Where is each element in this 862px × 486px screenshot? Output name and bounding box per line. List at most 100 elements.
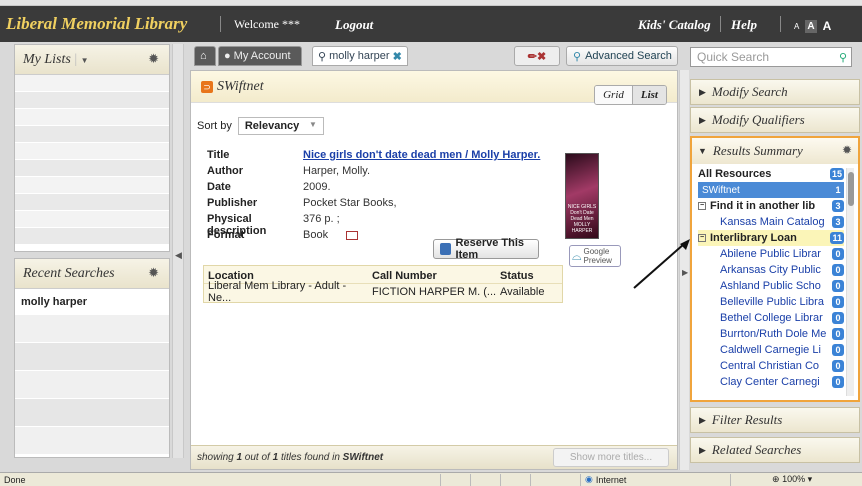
modify-search-toggle[interactable]: ▶ Modify Search — [690, 79, 860, 105]
summary-item[interactable]: Arkansas City Public 0 — [698, 262, 844, 278]
rss-icon[interactable]: ⊃ — [201, 81, 213, 93]
my-lists-header: My Lists | ▼ ✹ — [15, 45, 169, 75]
summary-item-label: All Resources — [698, 168, 772, 180]
field-label: Physical description — [207, 213, 267, 237]
view-toggle: Grid List — [594, 85, 667, 105]
results-count-text: showing 1 out of 1 titles found in SWift… — [197, 452, 384, 463]
annotation-arrow-icon — [633, 239, 690, 289]
logout-link[interactable]: Logout — [335, 17, 373, 33]
recent-searches-label: Recent Searches — [23, 266, 115, 281]
quick-search-input[interactable]: Quick Search ⚲ — [690, 47, 852, 67]
font-large-button[interactable]: A — [821, 18, 834, 34]
summary-item-label: Bethel College Librar — [720, 312, 823, 324]
home-icon: ⌂ — [200, 50, 207, 62]
home-tab[interactable]: ⌂ — [194, 46, 216, 66]
my-account-tab[interactable]: ● My Account — [218, 46, 302, 66]
summary-item[interactable]: Central Christian Co 0 — [698, 358, 844, 374]
help-link[interactable]: Help — [731, 17, 757, 33]
my-lists-label[interactable]: My Lists | ▼ — [23, 52, 89, 68]
gear-icon[interactable]: ✹ — [148, 51, 159, 67]
summary-item[interactable]: Ashland Public Scho 0 — [698, 278, 844, 294]
internet-zone: ◉ Internet — [585, 474, 627, 485]
book-cover[interactable]: NICE GIRLS Don't Date Dead Men MOLLY HAR… — [565, 153, 599, 239]
collapse-icon[interactable]: − — [698, 202, 706, 210]
list-view-button[interactable]: List — [631, 86, 666, 104]
font-small-button[interactable]: A — [792, 21, 801, 32]
summary-item[interactable]: All Resources 15 — [698, 166, 844, 182]
summary-item[interactable]: Bethel College Librar 0 — [698, 310, 844, 326]
gear-icon[interactable]: ✹ — [842, 143, 852, 157]
summary-item[interactable]: Belleville Public Libra 0 — [698, 294, 844, 310]
results-footer: showing 1 out of 1 titles found in SWift… — [191, 445, 677, 469]
clear-tabs-button[interactable]: ✏✖ — [514, 46, 560, 66]
count-badge: 3 — [832, 200, 844, 212]
summary-item[interactable]: SWiftnet 1 — [698, 182, 844, 198]
google-preview-button[interactable]: ⌓ Google Preview — [569, 245, 621, 267]
sort-row: Sort by Relevancy ▼ — [197, 117, 324, 135]
cover-text: NICE GIRLS Don't Date Dead Men MOLLY HAR… — [567, 204, 597, 234]
summary-item[interactable]: − Find it in another lib 3 — [698, 198, 844, 214]
summary-item-label: Arkansas City Public — [720, 264, 821, 276]
summary-item-label: Belleville Public Libra — [720, 296, 824, 308]
left-splitter[interactable]: ◀ — [172, 44, 184, 458]
eraser-icon: ✏✖ — [527, 50, 547, 63]
font-medium-button[interactable]: A — [805, 19, 817, 33]
book-open-icon: ⌓ — [572, 248, 582, 263]
summary-item-label: Central Christian Co — [720, 360, 820, 372]
summary-scrollbar[interactable] — [846, 168, 854, 396]
status-text: Done — [4, 475, 26, 485]
grid-view-button[interactable]: Grid — [595, 86, 632, 104]
globe-icon: ◉ — [585, 474, 593, 484]
field-label: Publisher — [207, 197, 258, 209]
left-panel: My Lists | ▼ ✹ Recent Searches ✹ molly h… — [14, 44, 170, 458]
summary-item[interactable]: Kansas Main Catalog 3 — [698, 214, 844, 230]
scrollbar-thumb[interactable] — [848, 172, 854, 206]
advanced-search-button[interactable]: ⚲ Advanced Search — [566, 46, 678, 66]
modify-qualifiers-toggle[interactable]: ▶ Modify Qualifiers — [690, 107, 860, 133]
chevron-down-icon: ▼ — [308, 120, 317, 129]
related-searches-toggle[interactable]: ▶ Related Searches — [690, 437, 860, 463]
collapse-icon[interactable]: − — [698, 234, 706, 242]
result-record: Title Nice girls don't date dead men / Mo… — [197, 149, 561, 245]
summary-item[interactable]: Caldwell Carnegie Li 0 — [698, 342, 844, 358]
triangle-right-icon: ▶ — [699, 414, 706, 425]
font-size-controls: A A A — [792, 18, 833, 34]
browser-status-bar: Done ◉ Internet ⊕ 100% ▾ — [0, 472, 862, 486]
holdings-table: Location Call Number Status Liberal Mem … — [203, 265, 563, 304]
summary-item[interactable]: Burrton/Ruth Dole Me 0 — [698, 326, 844, 342]
search-icon[interactable]: ⚲ — [839, 51, 847, 64]
filter-results-toggle[interactable]: ▶ Filter Results — [690, 407, 860, 433]
search-icon: ⚲ — [573, 50, 582, 63]
sort-select[interactable]: Relevancy ▼ — [237, 117, 324, 135]
count-badge: 11 — [830, 232, 844, 244]
field-label: Date — [207, 181, 231, 193]
user-icon: ● — [224, 50, 231, 62]
divider — [780, 16, 781, 32]
library-title[interactable]: Liberal Memorial Library — [6, 14, 187, 34]
count-badge: 3 — [832, 216, 844, 228]
title-link[interactable]: Nice girls don't date dead men / Molly H… — [303, 149, 540, 165]
summary-item-label: Interlibrary Loan — [710, 232, 797, 244]
count-badge: 0 — [832, 248, 844, 260]
search-tab[interactable]: ⚲ molly harper ✖ — [312, 46, 408, 66]
triangle-right-icon: ▶ — [699, 114, 706, 125]
count-badge: 0 — [832, 296, 844, 308]
recent-search-item[interactable]: molly harper — [15, 289, 169, 315]
count-badge: 0 — [832, 280, 844, 292]
show-more-button[interactable]: Show more titles... — [553, 448, 669, 467]
zoom-level[interactable]: ⊕ 100% ▾ — [772, 474, 812, 485]
reserve-button[interactable]: Reserve This Item — [433, 237, 539, 261]
summary-item[interactable]: Abilene Public Librar 0 — [698, 246, 844, 262]
summary-item[interactable]: − Interlibrary Loan 11 — [698, 230, 844, 246]
results-summary-header[interactable]: ▼ Results Summary ✹ — [692, 138, 858, 164]
summary-item[interactable]: Clay Center Carnegi 0 — [698, 374, 844, 390]
format-value: Book — [303, 229, 359, 245]
close-tab-icon[interactable]: ✖ — [393, 50, 402, 63]
count-badge: 0 — [832, 360, 844, 372]
kids-catalog-link[interactable]: Kids' Catalog — [638, 17, 711, 33]
sort-label: Sort by — [197, 120, 232, 132]
results-header: ⊃ SWiftnet Grid List — [191, 71, 677, 105]
gear-icon[interactable]: ✹ — [148, 265, 159, 281]
table-row[interactable]: Liberal Mem Library - Adult - Ne... FICT… — [204, 280, 562, 304]
source-title: ⊃ SWiftnet — [201, 79, 264, 95]
